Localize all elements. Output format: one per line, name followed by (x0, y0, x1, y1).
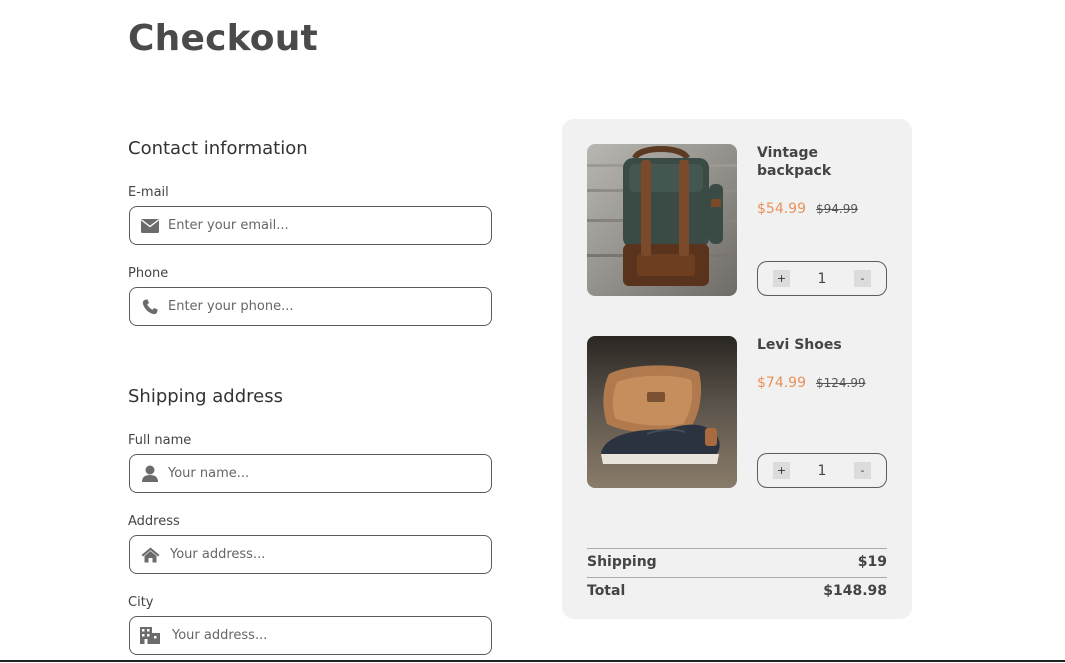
quantity-stepper: + 1 - (757, 453, 887, 488)
page-title: Checkout (128, 18, 318, 59)
item-price: $54.99 $94.99 (757, 201, 858, 217)
shipping-value: $19 (857, 554, 887, 570)
shipping-row: Shipping $19 (587, 554, 887, 570)
user-icon (140, 464, 160, 484)
item-price: $74.99 $124.99 (757, 375, 866, 391)
envelope-icon (140, 216, 160, 236)
divider (0, 660, 1065, 662)
full-name-field[interactable] (129, 454, 492, 493)
increase-quantity-button[interactable]: + (773, 462, 790, 479)
city-icon (140, 626, 160, 646)
total-label: Total (587, 583, 626, 599)
full-name-input[interactable] (168, 466, 468, 481)
quantity-value: 1 (817, 270, 827, 287)
increase-quantity-button[interactable]: + (773, 270, 790, 287)
phone-icon (140, 297, 160, 317)
item-name: Levi Shoes (757, 337, 842, 353)
contact-heading: Contact information (128, 138, 308, 159)
order-summary-panel: Vintage backpack $54.99 $94.99 + 1 - Lev… (562, 119, 912, 619)
email-label: E-mail (128, 185, 169, 200)
shipping-heading: Shipping address (128, 386, 283, 407)
decrease-quantity-button[interactable]: - (853, 270, 871, 287)
address-input[interactable] (170, 547, 470, 562)
shoes-image (587, 336, 737, 488)
address-label: Address (128, 514, 180, 529)
phone-input[interactable] (168, 299, 468, 314)
original-price: $124.99 (816, 376, 866, 390)
city-input[interactable] (172, 628, 472, 643)
email-field[interactable] (129, 206, 492, 245)
current-price: $74.99 (757, 375, 806, 391)
shipping-label: Shipping (587, 554, 657, 570)
total-value: $148.98 (823, 583, 887, 599)
decrease-quantity-button[interactable]: - (853, 462, 871, 479)
original-price: $94.99 (816, 202, 858, 216)
email-input[interactable] (168, 218, 468, 233)
backpack-image (587, 144, 737, 296)
address-field[interactable] (129, 535, 492, 574)
home-icon (140, 545, 160, 565)
quantity-stepper: + 1 - (757, 261, 887, 296)
full-name-label: Full name (128, 433, 192, 448)
total-row: Total $148.98 (587, 583, 887, 599)
divider (587, 548, 887, 549)
city-field[interactable] (129, 616, 492, 655)
divider (587, 577, 887, 578)
item-name: Vintage backpack (757, 145, 832, 179)
city-label: City (128, 595, 154, 610)
phone-field[interactable] (129, 287, 492, 326)
current-price: $54.99 (757, 201, 806, 217)
quantity-value: 1 (817, 462, 827, 479)
phone-label: Phone (128, 266, 169, 281)
